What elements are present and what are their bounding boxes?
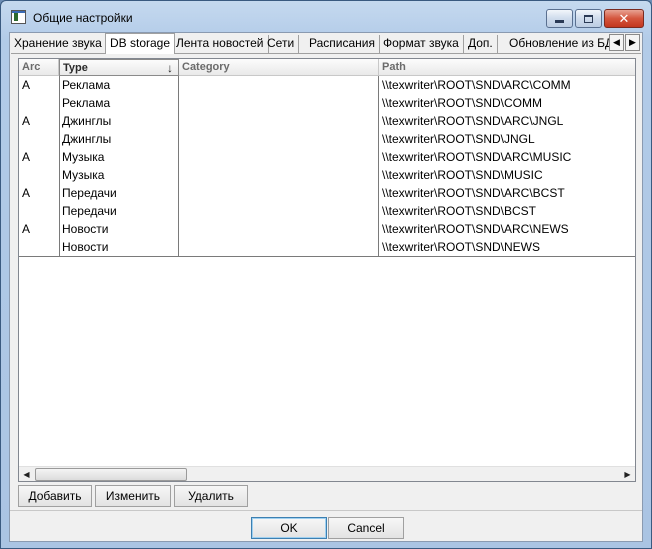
cell-arc xyxy=(19,166,59,184)
cell-type: Реклама xyxy=(62,96,111,110)
cell-type: Передачи xyxy=(62,186,117,200)
dialog-client-area: Хранение звука DB storage Лента новостей… xyxy=(9,32,643,542)
cell-type: Новости xyxy=(62,222,109,236)
cell-type: Новости xyxy=(62,240,109,254)
cell-category xyxy=(179,202,379,220)
column-header-arc-label: Arc xyxy=(22,61,41,73)
cell-category xyxy=(179,238,379,256)
tab-sound-storage[interactable]: Хранение звука xyxy=(10,35,107,53)
cell-arc: A xyxy=(22,186,31,200)
column-header-path-label: Path xyxy=(382,61,406,73)
edit-button[interactable]: Изменить xyxy=(95,485,171,507)
cell-path: \\texwriter\ROOT\SND\ARC\NEWS xyxy=(382,222,569,236)
delete-button[interactable]: Удалить xyxy=(174,485,248,507)
cell-type: Джинглы xyxy=(62,132,112,146)
table-row[interactable]: A Реклама \\texwriter\ROOT\SND\ARC\COMM xyxy=(19,76,635,94)
sort-arrow-down-icon: ↓ xyxy=(167,61,173,75)
cell-category xyxy=(179,76,379,94)
cell-type: Джинглы xyxy=(62,114,112,128)
add-button[interactable]: Добавить xyxy=(18,485,92,507)
cell-arc: A xyxy=(22,150,31,164)
cell-category xyxy=(179,94,379,112)
cell-path: \\texwriter\ROOT\SND\JNGL xyxy=(382,132,535,146)
table-row[interactable]: Джинглы \\texwriter\ROOT\SND\JNGL xyxy=(19,130,635,148)
storage-grid[interactable]: Arc Type ↓ Category Path A Реклама \\texwr… xyxy=(18,58,636,482)
cell-arc xyxy=(19,202,59,220)
tab-db-storage[interactable]: DB storage xyxy=(105,33,176,54)
ok-button[interactable]: OK xyxy=(251,517,327,539)
tab-db-update[interactable]: Обновление из БД xyxy=(505,35,617,53)
cell-path: \\texwriter\ROOT\SND\ARC\MUSIC xyxy=(382,150,572,164)
cell-arc: A xyxy=(22,78,31,92)
cell-category xyxy=(179,220,379,238)
minimize-icon xyxy=(555,20,564,23)
cancel-button[interactable]: Cancel xyxy=(328,517,404,539)
cell-category xyxy=(179,130,379,148)
cell-category xyxy=(179,184,379,202)
cell-arc xyxy=(19,238,59,256)
grid-column-divider xyxy=(378,76,379,257)
db-storage-panel: Arc Type ↓ Category Path A Реклама \\texwr… xyxy=(11,53,641,509)
column-header-category[interactable]: Category xyxy=(179,59,379,76)
cell-path: \\texwriter\ROOT\SND\ARC\JNGL xyxy=(382,114,564,128)
table-row[interactable]: A Музыка \\texwriter\ROOT\SND\ARC\MUSIC xyxy=(19,148,635,166)
tab-scroll-left-icon[interactable]: ◀ xyxy=(609,34,624,51)
tab-news-feed[interactable]: Лента новостей xyxy=(172,35,269,53)
grid-column-divider xyxy=(59,76,60,257)
close-button[interactable]: ✕ xyxy=(604,9,644,28)
table-row[interactable]: Реклама \\texwriter\ROOT\SND\COMM xyxy=(19,94,635,112)
grid-header: Arc Type ↓ Category Path xyxy=(19,59,635,76)
grid-bottom-divider xyxy=(19,256,635,257)
tab-extra[interactable]: Доп. xyxy=(464,35,498,53)
table-row[interactable]: A Новости \\texwriter\ROOT\SND\ARC\NEWS xyxy=(19,220,635,238)
close-icon: ✕ xyxy=(618,10,630,26)
column-header-arc[interactable]: Arc xyxy=(19,59,59,76)
cell-path: \\texwriter\ROOT\SND\BCST xyxy=(382,204,537,218)
cell-path: \\texwriter\ROOT\SND\COMM xyxy=(382,96,543,110)
maximize-icon xyxy=(584,14,593,23)
minimize-button[interactable] xyxy=(546,9,573,28)
table-row[interactable]: Передачи \\texwriter\ROOT\SND\BCST xyxy=(19,202,635,220)
cell-path: \\texwriter\ROOT\SND\ARC\BCST xyxy=(382,186,565,200)
cell-arc: A xyxy=(22,222,31,236)
scroll-right-arrow-icon[interactable]: ▶ xyxy=(620,467,635,481)
scrollbar-thumb[interactable] xyxy=(35,468,187,481)
scroll-left-arrow-icon[interactable]: ◀ xyxy=(19,467,34,481)
table-row[interactable]: Новости \\texwriter\ROOT\SND\NEWS xyxy=(19,238,635,256)
maximize-button[interactable] xyxy=(575,9,602,28)
cell-category xyxy=(179,112,379,130)
cell-path: \\texwriter\ROOT\SND\NEWS xyxy=(382,240,541,254)
table-row[interactable]: Музыка \\texwriter\ROOT\SND\MUSIC xyxy=(19,166,635,184)
horizontal-scrollbar[interactable]: ◀ ▶ xyxy=(19,466,635,481)
tab-sound-format[interactable]: Формат звука xyxy=(379,35,464,53)
cell-arc: A xyxy=(22,114,31,128)
cell-path: \\texwriter\ROOT\SND\MUSIC xyxy=(382,168,543,182)
tab-networks[interactable]: Сети xyxy=(263,35,300,53)
cell-type: Реклама xyxy=(62,78,111,92)
table-row[interactable]: A Джинглы \\texwriter\ROOT\SND\ARC\JNGL xyxy=(19,112,635,130)
tab-schedules[interactable]: Расписания xyxy=(305,35,380,53)
tab-strip: Хранение звука DB storage Лента новостей… xyxy=(10,33,642,54)
tab-scroll-right-icon[interactable]: ▶ xyxy=(625,34,640,51)
grid-column-divider xyxy=(178,76,179,257)
title-bar[interactable]: Общие настройки ✕ xyxy=(1,1,651,31)
app-icon xyxy=(11,10,26,24)
footer-divider xyxy=(10,510,642,511)
settings-window: Общие настройки ✕ Хранение звука DB stor… xyxy=(0,0,652,549)
column-header-category-label: Category xyxy=(182,61,230,73)
column-header-type-label: Type xyxy=(63,62,88,74)
cell-category xyxy=(179,166,379,184)
cell-type: Передачи xyxy=(62,204,117,218)
cell-path: \\texwriter\ROOT\SND\ARC\COMM xyxy=(382,78,571,92)
cell-type: Музыка xyxy=(62,168,105,182)
cell-category xyxy=(179,148,379,166)
window-title: Общие настройки xyxy=(33,11,133,25)
table-row[interactable]: A Передачи \\texwriter\ROOT\SND\ARC\BCST xyxy=(19,184,635,202)
column-header-type[interactable]: Type ↓ xyxy=(59,59,179,76)
cell-arc xyxy=(19,130,59,148)
cell-arc xyxy=(19,94,59,112)
column-header-path[interactable]: Path xyxy=(379,59,635,76)
cell-type: Музыка xyxy=(62,150,105,164)
